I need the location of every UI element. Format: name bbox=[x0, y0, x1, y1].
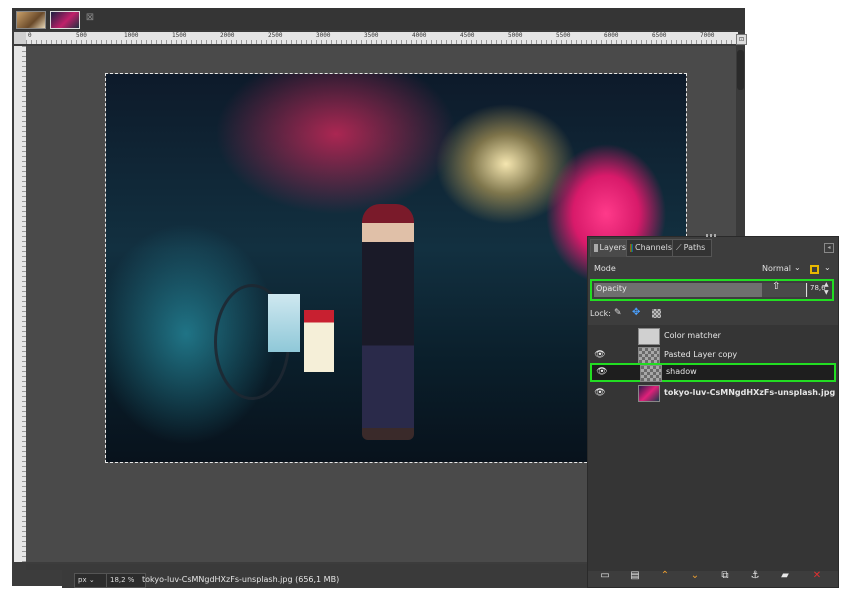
lock-pixels-icon[interactable]: ✎ bbox=[614, 308, 622, 318]
paths-icon: ⟋ bbox=[676, 243, 682, 252]
mask-layer-icon[interactable]: ▰ bbox=[778, 569, 792, 583]
ruler-corner[interactable] bbox=[14, 32, 26, 44]
dock-tabs: Layers Channels ⟋ Paths ◂ bbox=[588, 239, 838, 257]
raise-layer-icon[interactable]: ⌃ bbox=[658, 569, 672, 583]
close-tab-icon[interactable]: ⊠ bbox=[84, 12, 96, 24]
chevron-down-icon: ⌄ bbox=[88, 576, 95, 584]
layer-row[interactable]: 👁 tokyo-luv-CsMNgdHXzFs-unsplash.jpg bbox=[588, 384, 838, 403]
lock-row: Lock: ✎ ✥ bbox=[588, 305, 838, 323]
spin-up-icon[interactable]: ▲ bbox=[824, 281, 829, 288]
layer-list: Color matcher 👁 Pasted Layer copy 👁 shad… bbox=[588, 325, 838, 571]
cursor-icon: ⇧ bbox=[772, 281, 781, 292]
eye-icon[interactable]: 👁 bbox=[594, 349, 606, 361]
mode-label: Mode bbox=[594, 264, 616, 273]
ruler-label: 0 bbox=[28, 32, 32, 39]
drag-grip-icon[interactable] bbox=[706, 234, 718, 237]
spin-down-icon[interactable]: ▼ bbox=[824, 289, 829, 296]
image-sign-light bbox=[268, 294, 300, 352]
chain-toggle[interactable] bbox=[614, 330, 624, 342]
image-tab-bar: ⊠ bbox=[12, 8, 745, 30]
mode-select[interactable]: Normal bbox=[762, 264, 791, 273]
image-tab-1[interactable] bbox=[16, 11, 46, 29]
new-layer-icon[interactable]: ▭ bbox=[598, 569, 612, 583]
tab-channels[interactable]: Channels bbox=[626, 239, 676, 257]
layer-thumbnail bbox=[638, 347, 660, 364]
horizontal-ruler[interactable]: 0 500 1000 1500 2000 2500 3000 3500 4000… bbox=[26, 32, 738, 44]
vertical-ruler[interactable] bbox=[14, 46, 26, 562]
image-tab-2[interactable] bbox=[50, 11, 80, 29]
chain-toggle[interactable] bbox=[618, 368, 628, 380]
layers-dock: Layers Channels ⟋ Paths ◂ Mode Normal ⌄ … bbox=[587, 234, 839, 588]
ruler-label: 1500 bbox=[172, 32, 187, 39]
ruler-label: 3000 bbox=[316, 32, 331, 39]
tab-label: Paths bbox=[683, 243, 706, 252]
ruler-label: 4000 bbox=[412, 32, 427, 39]
tab-label: Channels bbox=[634, 243, 672, 252]
lock-label: Lock: bbox=[590, 309, 611, 318]
ruler-label: 6500 bbox=[652, 32, 667, 39]
scrollbar-thumb[interactable] bbox=[737, 50, 744, 90]
lock-position-icon[interactable]: ✥ bbox=[632, 307, 640, 318]
zoom-select[interactable]: 18,2 % bbox=[106, 573, 146, 588]
navigate-icon[interactable]: ⊡ bbox=[736, 34, 747, 45]
duplicate-layer-icon[interactable]: ⧉ bbox=[718, 569, 732, 583]
layer-name[interactable]: tokyo-luv-CsMNgdHXzFs-unsplash.jpg bbox=[664, 388, 835, 397]
ruler-label: 5500 bbox=[556, 32, 571, 39]
delete-layer-icon[interactable]: ✕ bbox=[810, 569, 824, 583]
image-sign-red bbox=[304, 310, 334, 372]
ruler-label: 2000 bbox=[220, 32, 235, 39]
layer-thumbnail bbox=[638, 328, 660, 345]
opacity-label: Opacity bbox=[596, 284, 627, 293]
layer-thumbnail bbox=[638, 385, 660, 402]
layer-thumbnail bbox=[640, 365, 662, 382]
ruler-label: 6000 bbox=[604, 32, 619, 39]
layers-footer: ▭ ▤ ⌃ ⌄ ⧉ ⚓ ▰ ✕ bbox=[588, 567, 838, 585]
zoom-value: 18,2 % bbox=[110, 576, 135, 584]
tab-label: Layers bbox=[599, 243, 626, 252]
lock-alpha-icon[interactable] bbox=[652, 309, 661, 318]
image-person bbox=[362, 204, 414, 440]
channels-icon bbox=[630, 244, 633, 252]
layers-icon bbox=[594, 244, 598, 252]
chevron-down-icon[interactable]: ⌄ bbox=[794, 263, 801, 272]
lower-layer-icon[interactable]: ⌄ bbox=[688, 569, 702, 583]
anchor-layer-icon[interactable]: ⚓ bbox=[748, 569, 762, 583]
opacity-slider[interactable]: Opacity ⇧ 78,6 ▲ ▼ bbox=[590, 279, 834, 301]
panel-menu-icon[interactable]: ◂ bbox=[824, 243, 834, 253]
tab-layers[interactable]: Layers bbox=[590, 239, 630, 257]
unit-value: px bbox=[78, 576, 87, 584]
chain-toggle[interactable] bbox=[614, 349, 624, 361]
eye-icon[interactable]: 👁 bbox=[594, 387, 606, 399]
mode-switch-icon[interactable] bbox=[810, 265, 819, 274]
chain-toggle[interactable] bbox=[614, 387, 624, 399]
ruler-label: 500 bbox=[76, 32, 87, 39]
ruler-label: 7000 bbox=[700, 32, 715, 39]
layer-name[interactable]: Color matcher bbox=[664, 331, 721, 340]
ruler-label: 4500 bbox=[460, 32, 475, 39]
mode-row: Mode Normal ⌄ ⌄ bbox=[588, 261, 838, 279]
ruler-label: 1000 bbox=[124, 32, 139, 39]
layer-row[interactable]: Color matcher bbox=[588, 327, 838, 346]
layer-row-selected[interactable]: 👁 shadow bbox=[590, 363, 836, 382]
eye-icon[interactable]: 👁 bbox=[596, 366, 608, 378]
new-layer-group-icon[interactable]: ▤ bbox=[628, 569, 642, 583]
tab-paths[interactable]: ⟋ Paths bbox=[672, 239, 712, 257]
layer-name[interactable]: Pasted Layer copy bbox=[664, 350, 737, 359]
status-text: tokyo-luv-CsMNgdHXzFs-unsplash.jpg (656,… bbox=[142, 575, 340, 584]
ruler-label: 5000 bbox=[508, 32, 523, 39]
visibility-toggle[interactable] bbox=[594, 330, 606, 342]
opacity-marker bbox=[806, 283, 807, 297]
unit-select[interactable]: px ⌄ bbox=[74, 573, 110, 588]
ruler-label: 3500 bbox=[364, 32, 379, 39]
chevron-down-icon[interactable]: ⌄ bbox=[824, 263, 831, 272]
ruler-label: 2500 bbox=[268, 32, 283, 39]
layer-name[interactable]: shadow bbox=[666, 367, 697, 376]
